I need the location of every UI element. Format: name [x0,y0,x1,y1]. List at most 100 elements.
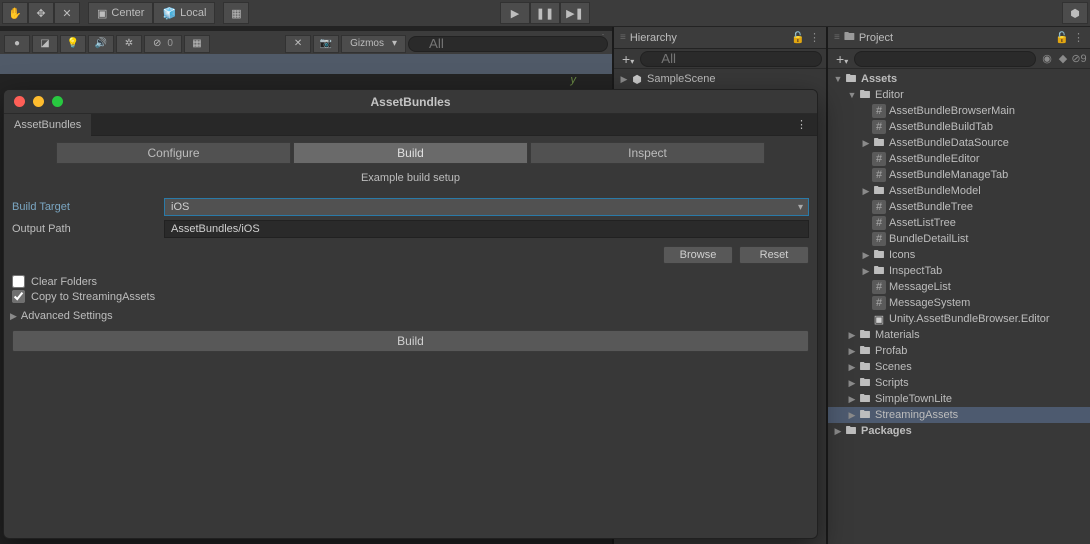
foldout-icon[interactable] [832,74,844,84]
foldout-icon[interactable] [846,394,858,405]
clear-folders-checkbox[interactable] [12,275,25,288]
inspect-tab-folder[interactable]: 🖿InspectTab [828,263,1090,279]
light-icon: 💡 [67,38,79,49]
foldout-icon[interactable] [846,378,858,389]
snap-button[interactable]: ▦ [223,2,249,24]
folder-icon: 🖿 [872,184,886,198]
model-folder[interactable]: 🖿AssetBundleModel [828,183,1090,199]
traffic-lights [14,96,63,107]
viewcam-button[interactable]: 📷 [313,35,339,53]
grid-toggle-button[interactable]: ▦ [184,35,210,53]
window-titlebar[interactable]: AssetBundles [4,90,817,114]
lock-icon[interactable]: 🔓 [1055,31,1069,44]
lighting-toggle-button[interactable]: 💡 [60,35,86,53]
foldout-icon[interactable] [860,266,872,277]
build-target-dropdown[interactable]: iOS [164,198,809,216]
script-item[interactable]: #AssetBundleBrowserMain [828,103,1090,119]
step-button[interactable]: ▶❚ [560,2,590,24]
shading-mode-button[interactable]: ● [4,35,30,53]
2d-toggle-button[interactable]: ◪ [32,35,58,53]
script-item[interactable]: #BundleDetailList [828,231,1090,247]
foldout-icon[interactable] [846,330,858,341]
fx-toggle-button[interactable]: ✲ [116,35,142,53]
hierarchy-title: Hierarchy [630,32,787,44]
maximize-window-button[interactable] [52,96,63,107]
move-icon: ✥ [36,7,45,20]
foldout-icon[interactable] [846,362,858,373]
window-title: AssetBundles [370,95,450,109]
script-item[interactable]: #MessageList [828,279,1090,295]
foldout-icon[interactable] [860,250,872,261]
project-search-input[interactable] [854,51,1036,67]
foldout-icon[interactable] [846,410,858,421]
editor-folder[interactable]: 🖿Editor [828,87,1090,103]
foldout-icon[interactable] [832,426,844,437]
foldout-icon[interactable] [860,186,872,197]
output-path-input[interactable] [164,220,809,238]
scene-viewport[interactable] [0,54,612,74]
camera-button[interactable]: ✕ [285,35,311,53]
pause-button[interactable]: ❚❚ [530,2,560,24]
tab-inspect[interactable]: Inspect [530,142,765,164]
sub-tabs: Configure Build Inspect [56,142,765,164]
add-button[interactable]: +▾ [618,51,638,67]
minimize-window-button[interactable] [33,96,44,107]
center-icon: ▣ [97,7,107,20]
build-button[interactable]: Build [12,330,809,352]
tools-button[interactable]: ✕ [54,2,80,24]
copy-streaming-row: Copy to StreamingAssets [10,289,811,304]
local-icon: 🧊 [162,7,176,20]
copy-streaming-checkbox[interactable] [12,290,25,303]
browse-button[interactable]: Browse [663,246,733,264]
move-tool-button[interactable]: ✥ [28,2,54,24]
add-button[interactable]: +▾ [832,51,852,67]
reset-button[interactable]: Reset [739,246,809,264]
panel-menu-icon[interactable]: ⋮ [809,31,820,44]
packages-folder[interactable]: 🖿Packages [828,423,1090,439]
advanced-settings-row[interactable]: ▶ Advanced Settings [10,304,811,328]
folder-icon: 🖿 [844,424,858,438]
folder-icon: 🖿 [858,328,872,342]
hierarchy-search-input[interactable] [640,51,822,67]
package-manager-button[interactable]: ⬢ [1062,2,1088,24]
script-item[interactable]: #AssetBundleEditor [828,151,1090,167]
search-by-label-icon[interactable]: ◆ [1056,52,1070,66]
hidden-objects-button[interactable]: ⊘0 [144,35,182,53]
script-item[interactable]: #AssetListTree [828,215,1090,231]
tab-assetbundles[interactable]: AssetBundles [4,114,91,136]
hand-tool-button[interactable]: ✋ [2,2,28,24]
icons-folder[interactable]: 🖿Icons [828,247,1090,263]
panel-menu-icon[interactable]: ⋮ [1073,31,1084,44]
local-pivot-button[interactable]: 🧊Local [153,2,215,24]
foldout-icon[interactable] [846,90,858,100]
scene-search-input[interactable] [408,36,608,52]
advanced-label: Advanced Settings [21,310,113,322]
folder-icon: 🖿 [858,344,872,358]
script-item[interactable]: #AssetBundleBuildTab [828,119,1090,135]
streaming-assets-folder[interactable]: 🖿StreamingAssets [828,407,1090,423]
audio-toggle-button[interactable]: 🔊 [88,35,114,53]
script-item[interactable]: #MessageSystem [828,295,1090,311]
hidden-packages-icon[interactable]: ⊘9 [1072,52,1086,66]
play-button[interactable]: ▶ [500,2,530,24]
tab-menu-button[interactable]: ⋮ [786,118,817,131]
script-item[interactable]: #AssetBundleManageTab [828,167,1090,183]
project-search-wrap: ⌕ [854,51,1036,67]
project-header: ≡ 🖿 Project 🔓 ⋮ [828,27,1090,49]
foldout-icon[interactable] [846,346,858,357]
foldout-icon[interactable] [860,138,872,149]
script-icon: # [872,232,886,246]
scene-item[interactable]: ⬢ SampleScene [614,71,826,87]
data-source-folder[interactable]: 🖿AssetBundleDataSource [828,135,1090,151]
lock-icon[interactable]: 🔓 [791,31,805,44]
close-window-button[interactable] [14,96,25,107]
script-item[interactable]: #AssetBundleTree [828,199,1090,215]
foldout-icon[interactable] [618,74,630,85]
tab-configure[interactable]: Configure [56,142,291,164]
gizmos-dropdown[interactable]: Gizmos▾ [341,35,406,53]
tab-build[interactable]: Build [293,142,528,164]
grid-icon: ▦ [231,7,241,20]
center-pivot-button[interactable]: ▣Center [88,2,153,24]
output-path-label: Output Path [12,223,164,235]
search-by-type-icon[interactable]: ◉ [1040,52,1054,66]
